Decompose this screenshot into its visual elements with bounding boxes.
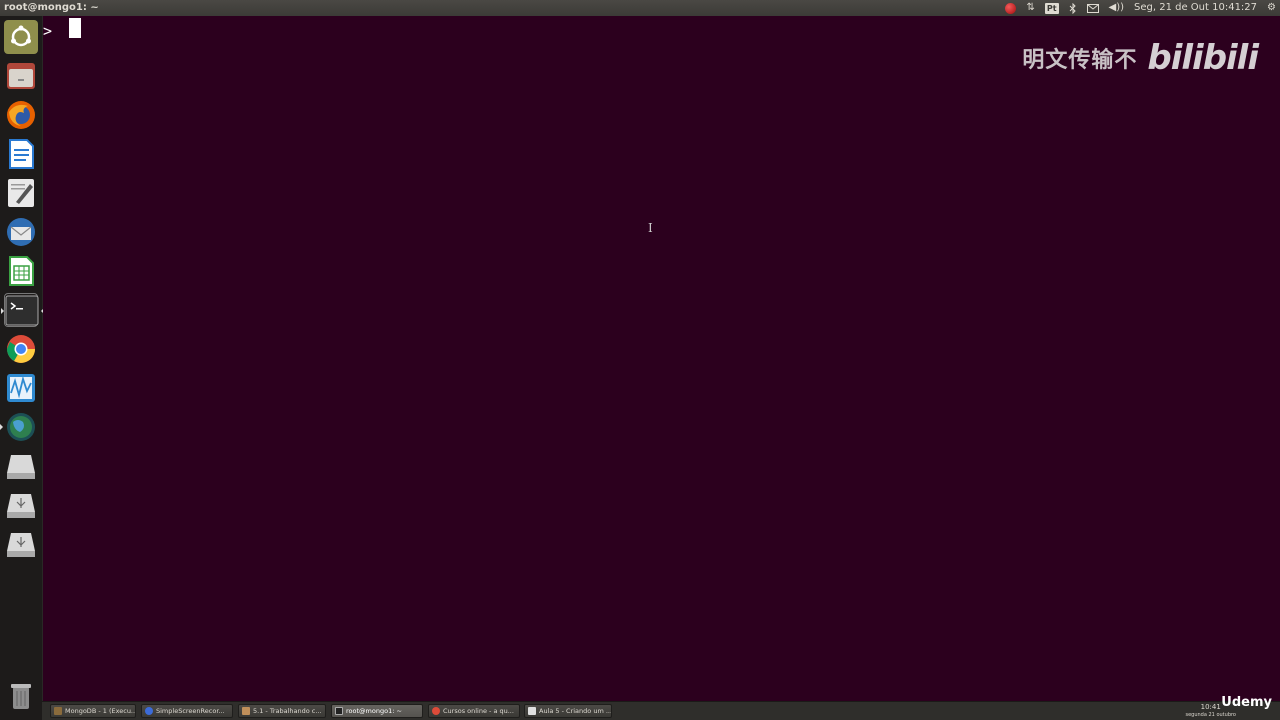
terminal-window[interactable]: > I 明文传输不 bilibili	[43, 16, 1280, 701]
bilibili-logo: bilibili	[1147, 38, 1259, 78]
bluetooth-icon[interactable]	[1069, 0, 1077, 16]
task-browser[interactable]: Cursos online - a qu...	[428, 704, 520, 718]
task-label: MongoDB - 1 (Execu...	[65, 707, 136, 715]
folder-icon	[242, 707, 250, 715]
drive-icon[interactable]	[4, 449, 38, 483]
terminal-icon	[335, 707, 343, 715]
taskbar-clock-date: segunda 21 outubro	[1185, 712, 1236, 718]
system-monitor-icon[interactable]	[4, 371, 38, 405]
globe-icon[interactable]	[0, 410, 38, 444]
mail-icon[interactable]	[1086, 0, 1099, 16]
task-label: root@mongo1: ~	[346, 707, 402, 715]
calc-icon[interactable]	[4, 254, 38, 288]
task-files[interactable]: 5.1 - Trabalhando c...	[238, 704, 326, 718]
writer-icon[interactable]	[4, 137, 38, 171]
task-editor[interactable]: Aula 5 - Criando um ...	[524, 704, 612, 718]
gear-icon[interactable]: ⚙	[1267, 0, 1276, 16]
task-label: Cursos online - a qu...	[443, 707, 514, 715]
running-indicator	[1, 308, 4, 314]
shell-prompt: >	[43, 22, 53, 40]
record-icon[interactable]	[1005, 0, 1017, 16]
document-icon	[528, 707, 536, 715]
network-icon[interactable]: ⇅	[1026, 0, 1034, 16]
usb-drive-icon[interactable]	[4, 488, 38, 522]
task-label: 5.1 - Trabalhando c...	[253, 707, 322, 715]
usb-drive-2-icon[interactable]	[4, 527, 38, 561]
task-mongodb[interactable]: MongoDB - 1 (Execu...	[50, 704, 136, 718]
running-indicator	[0, 424, 3, 430]
vm-icon	[54, 707, 62, 715]
indicator-area: ⇅ Pt ◀)) Seg, 21 de Out 10:41:27 ⚙	[1005, 0, 1276, 16]
watermark-text: 明文传输不	[1022, 48, 1138, 73]
chrome-icon	[432, 707, 440, 715]
udemy-logo: Udemy	[1221, 695, 1272, 710]
thunderbird-icon[interactable]	[4, 215, 38, 249]
task-terminal[interactable]: root@mongo1: ~	[331, 704, 423, 718]
launcher	[0, 16, 44, 720]
task-label: SimpleScreenRecor...	[156, 707, 225, 715]
firefox-icon[interactable]	[4, 98, 38, 132]
ubuntu-home-icon[interactable]	[4, 20, 38, 54]
mouse-ibeam-icon: I	[648, 221, 653, 235]
top-panel: root@mongo1: ~ ⇅ Pt ◀)) Seg, 21 de Out 1…	[0, 0, 1280, 16]
window-title: root@mongo1: ~	[4, 2, 99, 13]
text-editor-icon[interactable]	[4, 176, 38, 210]
watermark: 明文传输不 bilibili	[1022, 38, 1259, 78]
task-label: Aula 5 - Criando um ...	[539, 707, 612, 715]
chrome-icon[interactable]	[4, 332, 38, 366]
files-icon[interactable]	[4, 59, 38, 93]
clock[interactable]: Seg, 21 de Out 10:41:27	[1134, 0, 1257, 16]
keyboard-layout-label: Pt	[1044, 2, 1059, 14]
keyboard-layout-icon[interactable]: Pt	[1044, 0, 1059, 16]
taskbar: MongoDB - 1 (Execu... SimpleScreenRecor.…	[42, 701, 1280, 720]
volume-icon[interactable]: ◀))	[1109, 0, 1125, 16]
recorder-icon	[145, 707, 153, 715]
terminal-icon[interactable]	[1, 293, 44, 327]
text-cursor	[69, 18, 81, 38]
desktop: root@mongo1: ~ ⇅ Pt ◀)) Seg, 21 de Out 1…	[0, 0, 1280, 720]
task-screen-recorder[interactable]: SimpleScreenRecor...	[141, 704, 233, 718]
trash-icon[interactable]	[4, 679, 38, 713]
